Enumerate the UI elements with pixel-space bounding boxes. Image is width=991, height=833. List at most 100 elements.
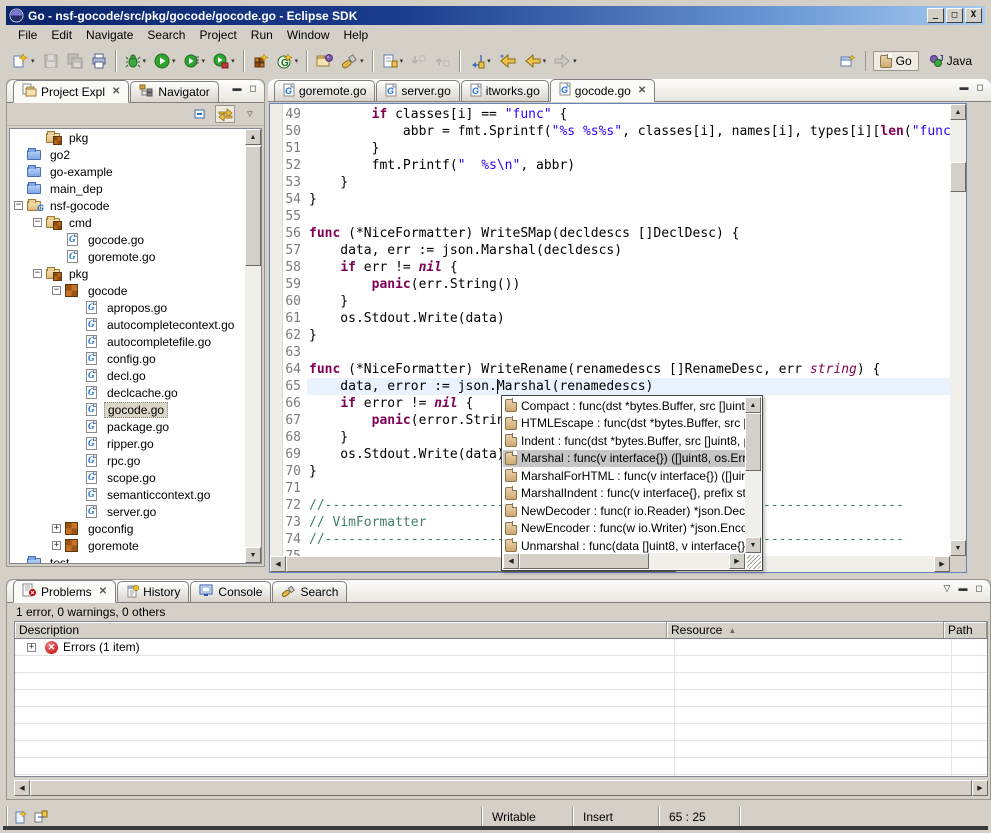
code-line-54[interactable]: 54} [270, 191, 950, 208]
code-line-64[interactable]: 64func (*NiceFormatter) WriteRename(rena… [270, 361, 950, 378]
editor-tab-gocode-go[interactable]: Ggocode.go✕ [550, 79, 655, 102]
problems-tab-problems[interactable]: Problems✕ [13, 580, 116, 603]
tree-item-go2[interactable]: go2 [10, 146, 245, 163]
perspective-go-button[interactable]: Go [873, 51, 919, 71]
problems-hscrollbar[interactable]: ◀ ▶ [14, 780, 988, 796]
code-line-56[interactable]: 56func (*NiceFormatter) WriteSMap(declde… [270, 225, 950, 242]
tree-item-ripper-go[interactable]: ripper.go [10, 435, 245, 452]
tree-expander-icon[interactable]: − [33, 218, 42, 227]
tree-item-semanticcontext-go[interactable]: semanticcontext.go [10, 486, 245, 503]
tree-item-server-go[interactable]: server.go [10, 503, 245, 520]
menu-help[interactable]: Help [337, 26, 376, 44]
completion-item-compact[interactable]: Compact : func(dst *bytes.Buffer, src []… [503, 397, 745, 415]
back-button[interactable]: ▾ [521, 50, 550, 72]
tree-item-decl-go[interactable]: decl.go [10, 367, 245, 384]
problems-tab-console[interactable]: Console [190, 581, 271, 602]
maximize-button[interactable]: □ [946, 8, 963, 23]
code-line-57[interactable]: 57 data, err := json.Marshal(decldescs) [270, 242, 950, 259]
editor-vscroll-thumb[interactable] [950, 162, 966, 192]
run-button[interactable]: ▾ [151, 50, 179, 72]
code-line-58[interactable]: 58 if err != nil { [270, 259, 950, 276]
fast-view-button[interactable] [11, 808, 31, 826]
tree-item-go-example[interactable]: go-example [10, 163, 245, 180]
tree-item-gocode[interactable]: −gocode [10, 282, 245, 299]
completion-item-newdecoder[interactable]: NewDecoder : func(r io.Reader) *json.Dec… [503, 502, 745, 520]
tree-item-rpc-go[interactable]: rpc.go [10, 452, 245, 469]
code-line-62[interactable]: 62} [270, 327, 950, 344]
row-expander-icon[interactable]: + [27, 643, 36, 652]
completion-item-marshal[interactable]: Marshal : func(v interface{}) ([]uint8, … [503, 450, 745, 468]
tree-item-autocompletefile-go[interactable]: autocompletefile.go [10, 333, 245, 350]
maximize-view-icon[interactable]: ◻ [974, 82, 986, 93]
tree-item-goremote[interactable]: +goremote [10, 537, 245, 554]
minimize-view-icon[interactable]: ▬ [958, 82, 970, 93]
popup-scroll-right[interactable]: ▶ [729, 553, 745, 569]
popup-hscrollbar[interactable]: ◀ ▶ [503, 553, 745, 569]
dropdown-arrow-icon[interactable]: ▾ [400, 57, 404, 65]
maximize-view-icon[interactable]: ◻ [973, 583, 985, 594]
editor-tab-goremote-go[interactable]: Ggoremote.go [274, 80, 375, 101]
completion-item-marshalindent[interactable]: MarshalIndent : func(v interface{}, pref… [503, 485, 745, 503]
problems-hscroll-thumb[interactable] [30, 780, 972, 796]
menu-edit[interactable]: Edit [44, 26, 79, 44]
dropdown-arrow-icon[interactable]: ▾ [172, 57, 176, 65]
dropdown-arrow-icon[interactable]: ▾ [573, 57, 577, 65]
tree-item-nsf-gocode[interactable]: −Gnsf-gocode [10, 197, 245, 214]
link-with-editor-button[interactable] [215, 105, 235, 123]
close-button[interactable]: X [965, 8, 982, 23]
code-line-49[interactable]: 49 if classes[i] == "func" { [270, 106, 950, 123]
column-header-path[interactable]: Path [944, 622, 987, 638]
tab-close-icon[interactable]: ✕ [99, 586, 107, 597]
new-wizard-button[interactable]: ▾ [9, 50, 38, 72]
dropdown-arrow-icon[interactable]: ▾ [543, 57, 547, 65]
editor-scroll-left[interactable]: ◀ [270, 556, 286, 572]
problems-tab-history[interactable]: History [117, 581, 189, 602]
tree-item-config-go[interactable]: config.go [10, 350, 245, 367]
tree-item-main-dep[interactable]: main_dep [10, 180, 245, 197]
search-toolbar-button[interactable]: ▾ [338, 50, 367, 72]
new-go-app-button[interactable]: G▾ [274, 50, 302, 72]
open-resource-button[interactable] [313, 50, 336, 72]
completion-item-htmlescape[interactable]: HTMLEscape : func(dst *bytes.Buffer, src… [503, 415, 745, 433]
debug-button[interactable]: ▾ [122, 50, 150, 72]
tree-item-pkg[interactable]: −pkg [10, 265, 245, 282]
dropdown-arrow-icon[interactable]: ▾ [31, 57, 35, 65]
minimize-button[interactable]: _ [927, 8, 944, 23]
dropdown-arrow-icon[interactable]: ▾ [360, 57, 364, 65]
column-header-description[interactable]: Description [15, 622, 667, 638]
tree-expander-icon[interactable]: − [52, 286, 61, 295]
completion-item-unmarshal[interactable]: Unmarshal : func(data []uint8, v interfa… [503, 537, 745, 553]
tree-scrollbar[interactable]: ▲ ▼ [245, 129, 261, 563]
menu-search[interactable]: Search [140, 26, 192, 44]
tree-item-gocode-go[interactable]: gocode.go [10, 401, 245, 418]
tree-item-cmd[interactable]: −cmd [10, 214, 245, 231]
view-menu-icon[interactable]: ▽ [941, 583, 953, 594]
dropdown-arrow-icon[interactable]: ▾ [143, 57, 147, 65]
tree-item-declcache-go[interactable]: declcache.go [10, 384, 245, 401]
open-perspective-button[interactable] [838, 52, 858, 70]
editor-scroll-down[interactable]: ▼ [950, 540, 966, 556]
view-menu-button[interactable]: ▽ [240, 105, 260, 123]
editor-tab-server-go[interactable]: Gserver.go [376, 80, 459, 101]
tree-item-gocode-go[interactable]: gocode.go [10, 231, 245, 248]
tree-scroll-thumb[interactable] [245, 146, 261, 266]
maximize-view-icon[interactable]: ◻ [247, 83, 259, 94]
problems-scroll-left[interactable]: ◀ [14, 780, 30, 796]
tree-scroll-up[interactable]: ▲ [245, 129, 261, 145]
print-button[interactable] [88, 50, 110, 72]
tree-expander-icon[interactable]: − [14, 201, 23, 210]
completion-item-newencoder[interactable]: NewEncoder : func(w io.Writer) *json.Enc… [503, 520, 745, 538]
editor-scroll-right[interactable]: ▶ [934, 556, 950, 572]
perspective-java-button[interactable]: JJava [922, 51, 979, 71]
tree-item-pkg[interactable]: pkg [10, 129, 245, 146]
popup-scroll-up[interactable]: ▲ [745, 397, 761, 413]
popup-scroll-left[interactable]: ◀ [503, 553, 519, 569]
menu-file[interactable]: File [11, 26, 44, 44]
code-line-63[interactable]: 63 [270, 344, 950, 361]
minimize-view-icon[interactable]: ▬ [231, 83, 243, 94]
minimize-view-icon[interactable]: ▬ [957, 583, 969, 594]
tree-expander-icon[interactable]: − [33, 269, 42, 278]
code-line-50[interactable]: 50 abbr = fmt.Sprintf("%s %s%s", classes… [270, 123, 950, 140]
tree-item-apropos-go[interactable]: apropos.go [10, 299, 245, 316]
tree-item-autocompletecontext-go[interactable]: autocompletecontext.go [10, 316, 245, 333]
